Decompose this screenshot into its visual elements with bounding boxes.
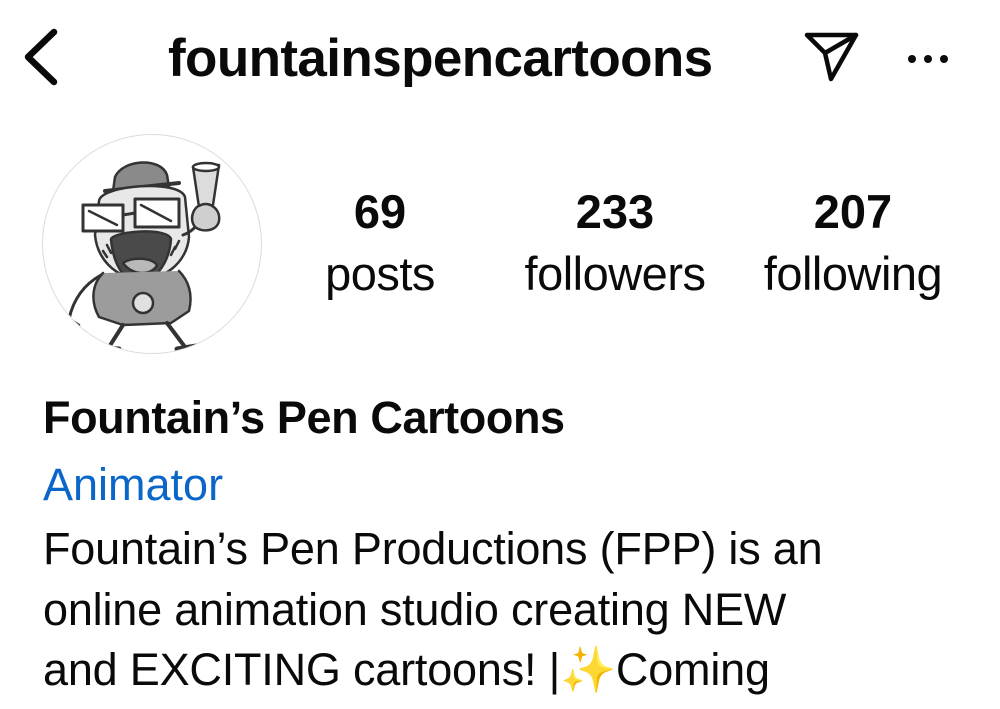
profile-display-name: Fountain’s Pen Cartoons xyxy=(43,392,565,443)
following-label: following xyxy=(763,247,943,300)
bio-line: and EXCITING cartoons! |✨Coming xyxy=(43,644,770,695)
following-number: 207 xyxy=(813,185,893,238)
followers-label: followers xyxy=(524,247,706,300)
bio-line: Fountain’s Pen Productions (FPP) is an xyxy=(43,523,823,574)
posts-label: posts xyxy=(325,247,435,300)
chevron-left-icon xyxy=(24,28,58,86)
profile-username: fountainspencartoons xyxy=(168,29,713,88)
profile-header: fountainspencartoons xyxy=(0,0,1000,118)
more-options-button[interactable] xyxy=(902,44,954,74)
cartoon-character-avatar xyxy=(59,161,221,352)
more-horizontal-icon xyxy=(908,55,948,63)
back-button[interactable] xyxy=(14,24,70,90)
followers-number: 233 xyxy=(575,185,655,238)
posts-number: 69 xyxy=(353,185,407,238)
following-count[interactable]: 207 following xyxy=(746,182,960,306)
profile-avatar[interactable] xyxy=(42,134,262,354)
followers-count[interactable]: 233 followers xyxy=(508,182,722,306)
profile-category[interactable]: Animator xyxy=(43,456,223,514)
send-message-button[interactable] xyxy=(800,28,862,84)
posts-count[interactable]: 69 posts xyxy=(300,182,460,306)
bio-line: online animation studio creating NEW xyxy=(43,583,787,635)
profile-bio: Fountain’s Pen Productions (FPP) is an o… xyxy=(43,519,963,701)
paper-plane-icon xyxy=(804,32,859,82)
